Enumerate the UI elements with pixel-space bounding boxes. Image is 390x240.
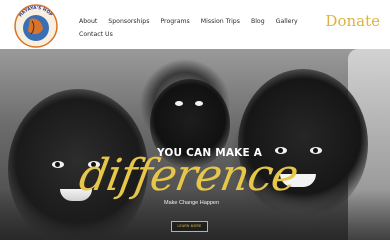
nav-mission-trips[interactable]: Mission Trips [201,15,240,28]
hero-script-word: difference [75,150,302,201]
eye-left-1 [52,161,64,168]
nav-row-primary: About Sponsorships Programs Mission Trips Bl… [79,15,319,28]
nav-sponsorships[interactable]: Sponsorships [108,15,149,28]
site-logo[interactable]: HAYAYA'S HOPE [12,3,60,49]
nav-row-secondary: Contact Us [79,28,319,41]
hero-subtitle: Make Change Happen [164,200,220,206]
nav-programs[interactable]: Programs [160,15,189,28]
site-header: HAYAYA'S HOPE About Sponsorships Programs M… [0,0,390,49]
nav-blog[interactable]: Blog [251,15,265,28]
nav-contact-us[interactable]: Contact Us [79,28,113,41]
eye-back-2 [195,101,203,106]
nav-gallery[interactable]: Gallery [276,15,298,28]
donate-button[interactable]: Donate [325,12,380,30]
hero-banner [0,49,390,240]
learn-more-button[interactable]: LEARN MORE [171,221,208,232]
main-nav: About Sponsorships Programs Mission Trips Bl… [79,15,319,41]
nav-about[interactable]: About [79,15,97,28]
eye-right-2 [310,147,322,154]
eye-back-1 [175,101,183,106]
